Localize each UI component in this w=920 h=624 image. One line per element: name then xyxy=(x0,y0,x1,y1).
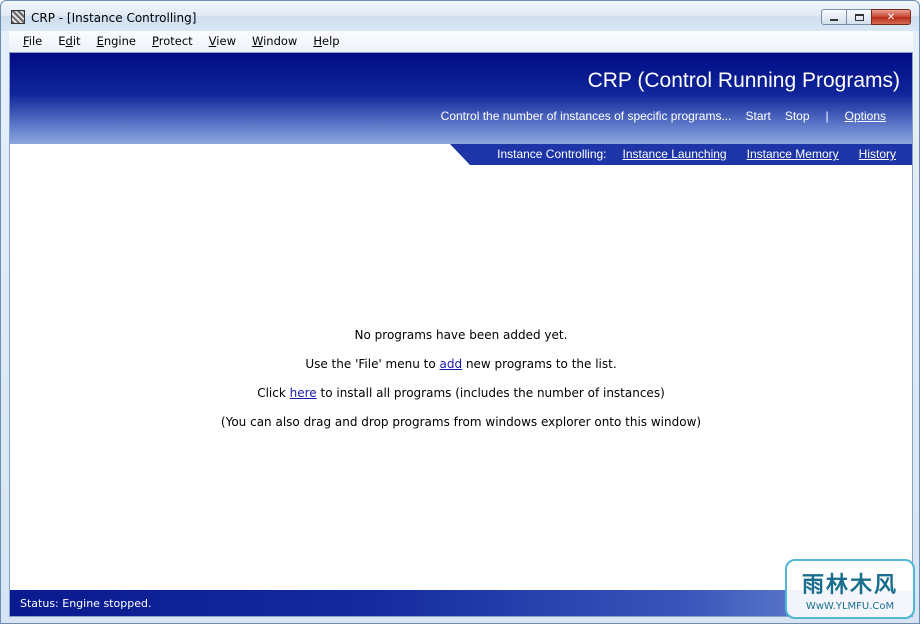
empty-state-line1: No programs have been added yet. xyxy=(354,328,568,342)
app-icon[interactable] xyxy=(11,10,25,24)
here-link[interactable]: here xyxy=(290,386,317,400)
tab-instance-memory[interactable]: Instance Memory xyxy=(747,147,839,161)
minimize-button[interactable] xyxy=(821,9,847,25)
menu-view[interactable]: View xyxy=(202,34,243,48)
start-button[interactable]: Start xyxy=(745,109,770,123)
empty-state-line2: Use the 'File' menu to add new programs … xyxy=(305,357,617,371)
menu-protect[interactable]: Protect xyxy=(145,34,200,48)
close-button[interactable]: ✕ xyxy=(871,9,911,25)
banner-actions: Control the number of instances of speci… xyxy=(441,109,886,123)
watermark-main-text: 雨林木风 xyxy=(801,573,898,598)
menu-bar: File Edit Engine Protect View Window Hel… xyxy=(9,31,913,51)
client-area: CRP (Control Running Programs) Control t… xyxy=(9,52,913,617)
menu-engine[interactable]: Engine xyxy=(90,34,143,48)
close-icon: ✕ xyxy=(886,11,896,23)
menu-window[interactable]: Window xyxy=(245,34,304,48)
maximize-icon xyxy=(854,13,864,21)
banner-title: CRP (Control Running Programs) xyxy=(587,69,900,92)
menu-file[interactable]: File xyxy=(9,34,49,48)
title-bar[interactable]: CRP - [Instance Controlling] ✕ xyxy=(1,1,919,31)
tab-links: Instance Controlling: Instance Launching… xyxy=(497,147,896,161)
app-window: CRP - [Instance Controlling] ✕ File Edit… xyxy=(0,0,920,624)
watermark-url: WwW.YLMFU.CoM xyxy=(805,601,895,612)
maximize-button[interactable] xyxy=(846,9,872,25)
tab-history[interactable]: History xyxy=(859,147,896,161)
empty-state-line4: (You can also drag and drop programs fro… xyxy=(220,415,702,429)
menu-edit[interactable]: Edit xyxy=(51,34,87,48)
stop-button[interactable]: Stop xyxy=(785,109,810,123)
banner-separator: | xyxy=(825,109,829,123)
watermark-logo: 雨林木风 WwW.YLMFU.CoM xyxy=(785,559,915,619)
tab-strip: Instance Controlling: Instance Launching… xyxy=(450,144,912,165)
add-link[interactable]: add xyxy=(440,357,463,371)
header-banner: CRP (Control Running Programs) Control t… xyxy=(10,53,912,144)
empty-state-line3: Click here to install all programs (incl… xyxy=(257,386,665,400)
minimize-icon xyxy=(830,19,838,21)
window-controls: ✕ xyxy=(821,9,911,25)
tab-section-label: Instance Controlling: xyxy=(497,147,607,161)
banner-description: Control the number of instances of speci… xyxy=(440,109,732,123)
status-bar: Status: Engine stopped. xyxy=(10,590,912,616)
tab-instance-launching[interactable]: Instance Launching xyxy=(623,147,727,161)
menu-help[interactable]: Help xyxy=(306,34,346,48)
window-title: CRP - [Instance Controlling] xyxy=(31,11,197,25)
status-text: Status: Engine stopped. xyxy=(20,597,152,610)
empty-state-message: No programs have been added yet. Use the… xyxy=(10,325,912,441)
options-link[interactable]: Options xyxy=(845,109,886,123)
